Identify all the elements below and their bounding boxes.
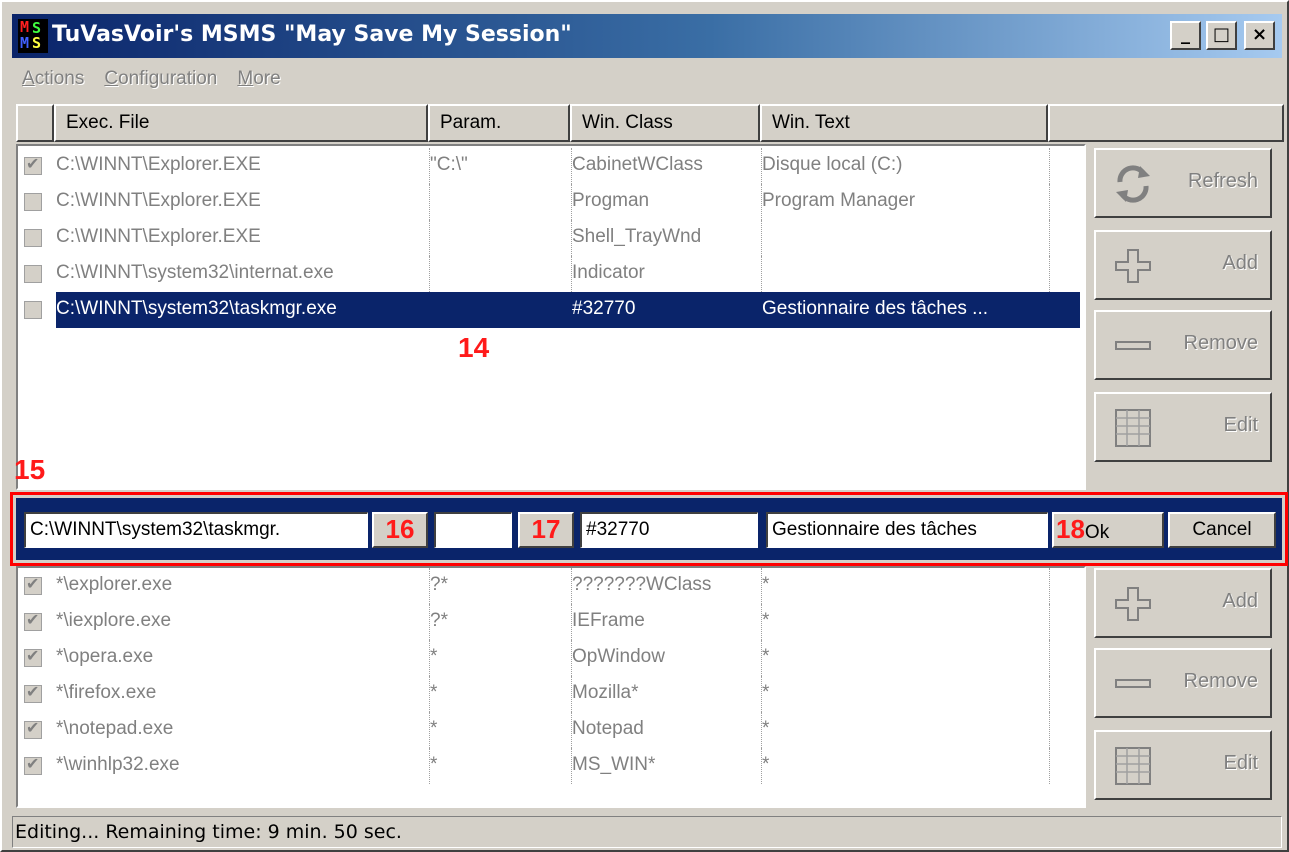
- ok-label: Ok: [1084, 522, 1110, 543]
- window-title: TuVasVoir's MSMS "May Save My Session": [52, 22, 572, 47]
- header-spacer: [1048, 104, 1284, 142]
- close-button[interactable]: ×: [1244, 21, 1275, 50]
- remove-label: Remove: [1183, 332, 1258, 354]
- menu-bar: Actions Configuration More: [22, 68, 281, 96]
- list-item-selected[interactable]: C:\WINNT\system32\taskmgr.exe #32770 Ges…: [18, 292, 1080, 328]
- list-item[interactable]: C:\WINNT\Explorer.EXE "C:\" CabinetWClas…: [18, 148, 1080, 184]
- browse-exec-button[interactable]: 16: [372, 512, 428, 548]
- rules-add-label: Add: [1222, 590, 1258, 612]
- exec-file-input[interactable]: C:\WINNT\system32\taskmgr.: [24, 512, 368, 548]
- annotation-14: 14: [458, 332, 490, 363]
- grid-edit-icon: [1115, 747, 1151, 785]
- minus-icon: [1115, 679, 1151, 688]
- app-logo-icon: M S M S: [18, 19, 48, 53]
- annotation-18: 18: [1056, 514, 1085, 544]
- row-checkbox[interactable]: [24, 646, 42, 667]
- list-item[interactable]: C:\WINNT\system32\internat.exe Indicator: [18, 256, 1080, 292]
- rules-edit-label: Edit: [1223, 752, 1258, 774]
- add-button[interactable]: Add: [1094, 230, 1272, 300]
- win-text-input[interactable]: Gestionnaire des tâches: [766, 512, 1048, 548]
- close-icon: ×: [1251, 24, 1268, 45]
- add-label: Add: [1222, 252, 1258, 274]
- param-input[interactable]: [434, 512, 512, 548]
- header-exec-file[interactable]: Exec. File: [54, 104, 428, 142]
- annotation-16: 16: [385, 514, 415, 544]
- minus-icon: [1115, 341, 1151, 350]
- status-bar: Editing... Remaining time: 9 min. 50 sec…: [12, 816, 1282, 848]
- row-checkbox[interactable]: [24, 754, 42, 775]
- header-param[interactable]: Param.: [428, 104, 570, 142]
- annotation-17: 17: [531, 514, 561, 544]
- title-bar[interactable]: M S M S TuVasVoir's MSMS "May Save My Se…: [12, 14, 1282, 58]
- menu-configuration[interactable]: Configuration: [104, 68, 217, 96]
- list-item[interactable]: *\firefox.exe * Mozilla* *: [18, 676, 1080, 712]
- plus-icon: [1115, 249, 1151, 283]
- ok-button[interactable]: 18Ok: [1052, 512, 1164, 548]
- win-class-input[interactable]: #32770: [580, 512, 758, 548]
- menu-actions[interactable]: Actions: [22, 68, 84, 96]
- menu-more[interactable]: More: [237, 68, 280, 96]
- edit-strip-inner: C:\WINNT\system32\taskmgr. 16 17 #32770 …: [16, 498, 1282, 560]
- remove-button[interactable]: Remove: [1094, 310, 1272, 380]
- list-item[interactable]: *\winhlp32.exe * MS_WIN* *: [18, 748, 1080, 784]
- row-checkbox[interactable]: [24, 229, 42, 247]
- minimize-icon: _: [1181, 24, 1190, 45]
- cancel-button[interactable]: Cancel: [1168, 512, 1276, 548]
- edit-label: Edit: [1223, 414, 1258, 436]
- rules-add-button[interactable]: Add: [1094, 568, 1272, 638]
- list-item[interactable]: *\opera.exe * OpWindow *: [18, 640, 1080, 676]
- row-checkbox[interactable]: [24, 574, 42, 595]
- maximize-icon: □: [1212, 24, 1230, 45]
- row-checkbox[interactable]: [24, 265, 42, 283]
- minimize-button[interactable]: _: [1170, 21, 1201, 50]
- list-item[interactable]: C:\WINNT\Explorer.EXE Shell_TrayWnd: [18, 220, 1080, 256]
- column-header: Exec. File Param. Win. Class Win. Text: [16, 104, 1286, 144]
- list-item[interactable]: *\iexplore.exe ?* IEFrame *: [18, 604, 1080, 640]
- header-win-class[interactable]: Win. Class: [570, 104, 760, 142]
- row-checkbox[interactable]: [24, 610, 42, 631]
- app-window: M S M S TuVasVoir's MSMS "May Save My Se…: [0, 0, 1289, 852]
- session-list[interactable]: C:\WINNT\Explorer.EXE "C:\" CabinetWClas…: [16, 144, 1086, 490]
- refresh-button[interactable]: Refresh: [1094, 148, 1272, 218]
- list-item[interactable]: *\explorer.exe ?* ???????WClass *: [18, 568, 1080, 604]
- row-checkbox[interactable]: [24, 154, 42, 175]
- edit-strip: C:\WINNT\system32\taskmgr. 16 17 #32770 …: [10, 492, 1288, 566]
- rules-remove-label: Remove: [1183, 670, 1258, 692]
- refresh-icon: [1116, 165, 1150, 203]
- plus-icon: [1115, 587, 1151, 621]
- list-item[interactable]: *\notepad.exe * Notepad *: [18, 712, 1080, 748]
- rules-edit-button[interactable]: Edit: [1094, 730, 1272, 800]
- annotation-15: 15: [14, 454, 46, 485]
- maximize-button[interactable]: □: [1206, 21, 1237, 50]
- row-checkbox[interactable]: [24, 718, 42, 739]
- header-win-text[interactable]: Win. Text: [760, 104, 1048, 142]
- row-checkbox[interactable]: [24, 301, 42, 319]
- refresh-label: Refresh: [1187, 170, 1258, 192]
- row-checkbox[interactable]: [24, 682, 42, 703]
- browse-param-button[interactable]: 17: [518, 512, 574, 548]
- list-item[interactable]: C:\WINNT\Explorer.EXE Progman Program Ma…: [18, 184, 1080, 220]
- edit-button[interactable]: Edit: [1094, 392, 1272, 462]
- grid-edit-icon: [1115, 409, 1151, 447]
- header-check-column[interactable]: [16, 104, 54, 142]
- rules-remove-button[interactable]: Remove: [1094, 648, 1272, 718]
- rules-list[interactable]: *\explorer.exe ?* ???????WClass * *\iexp…: [16, 566, 1086, 808]
- row-checkbox[interactable]: [24, 193, 42, 211]
